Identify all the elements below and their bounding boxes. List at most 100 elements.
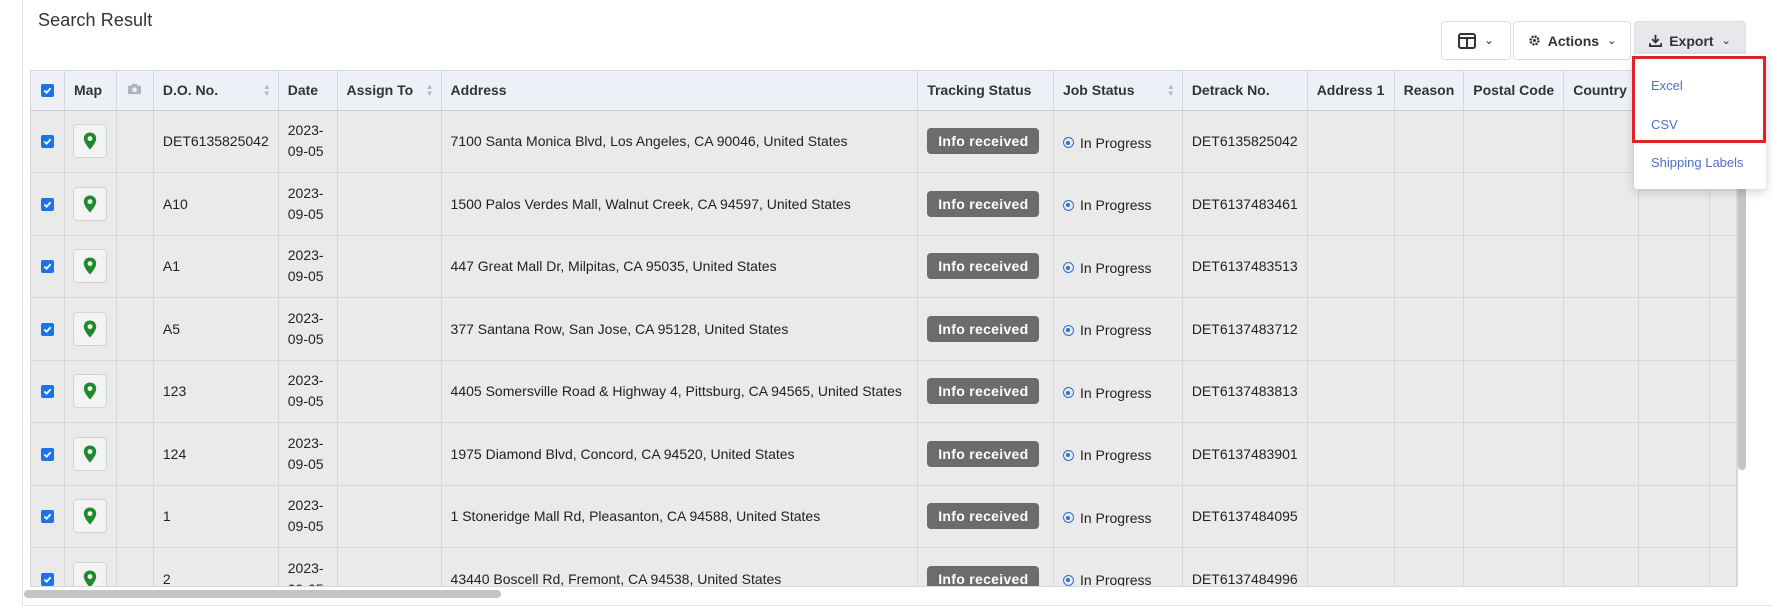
extra-cell — [1709, 360, 1737, 423]
column-header-country[interactable]: Country — [1563, 71, 1640, 111]
row-checkbox[interactable] — [31, 172, 65, 236]
table-row[interactable]: 124 2023-09-05 1975 Diamond Blvd, Concord,… — [31, 422, 1737, 486]
column-header-photo[interactable] — [116, 71, 154, 111]
job-status-cell: In Progress — [1053, 297, 1183, 361]
reason-cell — [1394, 485, 1465, 548]
row-checkbox[interactable] — [31, 547, 65, 586]
column-header-do-no[interactable]: D.O. No. ▲ ▼ — [153, 71, 279, 111]
job-status-label: In Progress — [1079, 322, 1152, 339]
photo-cell — [116, 172, 154, 236]
reason-cell — [1394, 547, 1465, 586]
date-cell: 2023-09-05 — [278, 297, 338, 361]
column-header-tracking-status[interactable]: Tracking Status — [917, 71, 1054, 111]
country-cell — [1563, 172, 1640, 236]
tracking-status-cell: Info received — [917, 110, 1054, 173]
row-checkbox[interactable] — [31, 485, 65, 548]
column-header-address[interactable]: Address — [441, 71, 919, 111]
photo-cell — [116, 422, 154, 486]
map-pin-button[interactable] — [73, 186, 107, 221]
row-checkbox[interactable] — [31, 297, 65, 361]
actions-button[interactable]: Actions ⌄ — [1513, 21, 1631, 60]
tracking-status-badge: Info received — [927, 190, 1040, 217]
do-no-cell: DET6135825042 — [153, 110, 279, 173]
tracking-status-badge: Info received — [927, 565, 1040, 586]
tracking-status-cell: Info received — [917, 485, 1054, 548]
table-row[interactable]: 1 2023-09-05 1 Stoneridge Mall Rd, Pleasan… — [31, 485, 1737, 548]
address-1-cell — [1307, 297, 1395, 361]
map-pin-button[interactable] — [73, 561, 107, 586]
column-header-do-no-label: D.O. No. — [162, 82, 219, 99]
job-status-label: In Progress — [1079, 134, 1152, 151]
table-row[interactable]: DET6135825042 2023-09-05 7100 Santa Monica… — [31, 110, 1737, 173]
row-checkbox[interactable] — [31, 360, 65, 423]
tracking-status-cell: Info received — [917, 297, 1054, 361]
select-all-checkbox[interactable] — [31, 71, 65, 111]
column-header-job-status[interactable]: Job Status ▲ ▼ — [1053, 71, 1183, 111]
map-pin-button[interactable] — [73, 436, 107, 471]
map-cell — [64, 547, 117, 586]
scrollbar-thumb[interactable] — [24, 590, 501, 598]
postal-code-cell — [1463, 485, 1565, 548]
postal-code-cell — [1463, 297, 1565, 361]
checkbox-icon — [41, 572, 54, 586]
date-cell: 2023-09-05 — [278, 485, 338, 548]
export-option-shipping-labels[interactable]: Shipping Labels — [1651, 155, 1744, 170]
do-no-cell: A1 — [153, 235, 279, 298]
column-header-postal-code[interactable]: Postal Code — [1463, 71, 1565, 111]
reason-cell — [1394, 360, 1465, 423]
camera-icon — [127, 83, 142, 95]
columns-icon — [1458, 32, 1477, 49]
row-checkbox[interactable] — [31, 235, 65, 298]
map-pin-button[interactable] — [73, 124, 107, 159]
table-row[interactable]: 22023-09-05 43440 Boscell Rd, Fremont, CA… — [31, 547, 1737, 586]
map-pin-icon — [83, 445, 97, 463]
status-dot-icon — [1062, 262, 1074, 274]
address-cell: 7100 Santa Monica Blvd, Los Angeles, CA … — [441, 110, 919, 173]
map-pin-icon — [83, 320, 97, 338]
column-toggle-button[interactable]: ⌄ — [1441, 21, 1511, 60]
table-row[interactable]: A10 2023-09-05 1500 Palos Verdes Mall, Wal… — [31, 172, 1737, 236]
map-pin-button[interactable] — [73, 311, 107, 346]
postal-code-cell — [1463, 172, 1565, 236]
horizontal-scrollbar[interactable] — [22, 589, 1738, 599]
table-row[interactable]: A1 2023-09-05 447 Great Mall Dr, Milpitas,… — [31, 235, 1737, 298]
job-status-label: In Progress — [1079, 447, 1152, 464]
row-checkbox[interactable] — [31, 110, 65, 173]
date-cell: 2023-09-05 — [278, 422, 338, 486]
column-header-detrack-no[interactable]: Detrack No. — [1182, 71, 1308, 111]
assign-to-cell — [337, 172, 442, 236]
column-header-assign-to[interactable]: Assign To ▲ ▼ — [337, 71, 442, 111]
map-pin-button[interactable] — [73, 499, 107, 534]
address-cell: 4405 Somersville Road & Highway 4, Pitts… — [441, 360, 919, 423]
status-dot-icon — [1062, 449, 1074, 461]
address-1-cell — [1307, 547, 1395, 586]
table-row[interactable]: 123 2023-09-05 4405 Somersville Road & Hig… — [31, 360, 1737, 423]
country-cell — [1563, 360, 1640, 423]
map-pin-button[interactable] — [73, 249, 107, 284]
map-pin-icon — [83, 570, 97, 586]
column-header-map[interactable]: Map — [64, 71, 117, 111]
actions-label: Actions — [1547, 32, 1600, 49]
address-cell: 1 Stoneridge Mall Rd, Pleasanton, CA 945… — [441, 485, 919, 548]
date-cell: 2023-09-05 — [278, 235, 338, 298]
do-no-cell: 1 — [153, 485, 279, 548]
chevron-down-icon: ⌄ — [1721, 35, 1731, 47]
extra-cell — [1638, 297, 1711, 361]
column-header-date[interactable]: Date — [278, 71, 338, 111]
do-no-cell: 124 — [153, 422, 279, 486]
row-checkbox[interactable] — [31, 422, 65, 486]
extra-cell — [1638, 485, 1711, 548]
status-dot-icon — [1062, 512, 1074, 524]
column-header-address-1[interactable]: Address 1 — [1307, 71, 1395, 111]
status-dot-icon — [1062, 387, 1074, 399]
column-header-reason[interactable]: Reason — [1394, 71, 1465, 111]
map-pin-button[interactable] — [73, 374, 107, 409]
table-row[interactable]: A5 2023-09-05 377 Santana Row, San Jose, C… — [31, 297, 1737, 361]
tracking-status-cell: Info received — [917, 360, 1054, 423]
detrack-no-cell: DET6137483813 — [1182, 360, 1308, 423]
tracking-status-cell: Info received — [917, 235, 1054, 298]
job-status-cell: In Progress — [1053, 485, 1183, 548]
extra-cell — [1709, 235, 1737, 298]
address-cell: 447 Great Mall Dr, Milpitas, CA 95035, U… — [441, 235, 919, 298]
photo-cell — [116, 485, 154, 548]
